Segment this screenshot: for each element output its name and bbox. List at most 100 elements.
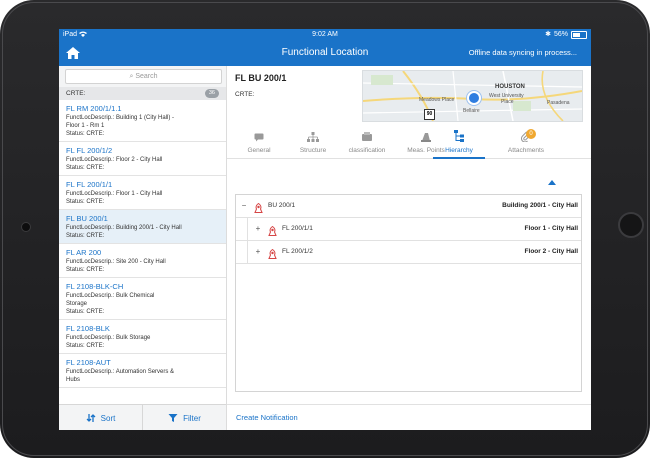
list-item[interactable]: FL FL 200/1/1 FunctLocDescrip.: Floor 1 -…	[59, 176, 226, 210]
list-toolbar: Sort Filter	[59, 404, 226, 430]
tab-label: classification	[348, 147, 386, 154]
list-item-title: FL FL 200/1/2	[66, 146, 113, 155]
battery-percent: 56%	[553, 31, 568, 38]
collapse-arrow-icon[interactable]	[548, 180, 556, 185]
camera-icon	[21, 222, 31, 232]
list-item[interactable]: FL 2108-AUT FunctLocDescrip.: Automation …	[59, 354, 226, 388]
filter-button[interactable]: Filter	[142, 405, 226, 430]
sort-label: Sort	[100, 413, 116, 423]
list-item-detail: Status: CRTE:	[66, 267, 105, 273]
filter-icon	[168, 414, 178, 422]
tab-hierarchy[interactable]: Hierarchy	[433, 128, 485, 159]
tab-attachments[interactable]: 0 Attachments	[497, 128, 555, 158]
hierarchy-tree: − BU 200/1 Building 200/1 - City Hall + FL 2…	[235, 194, 582, 392]
map-label-place: Place	[501, 99, 514, 105]
list-item-title: FL FL 200/1/1	[66, 180, 113, 189]
detail-footer: Create Notification	[227, 404, 591, 430]
list-item[interactable]: FL RM 200/1/1.1 FunctLocDescrip.: Buildin…	[59, 100, 226, 142]
tab-label: Structure	[299, 147, 327, 154]
list-item-detail: Hubs	[66, 377, 81, 383]
object-status: CRTE:	[235, 91, 255, 98]
app-screen: iPad 9:02 AM ✱ 56% Functional Location O…	[59, 29, 591, 430]
list-item[interactable]: FL AR 200 FunctLocDescrip.: Site 200 - Ci…	[59, 244, 226, 278]
tab-general[interactable]: General	[231, 128, 287, 158]
tab-label: Hierarchy	[445, 147, 473, 154]
list-item-detail: Status: CRTE:	[66, 131, 105, 137]
hierarchy-icon	[454, 130, 464, 144]
tab-classification[interactable]: classification	[339, 128, 395, 158]
meas-points-icon	[421, 132, 431, 144]
bluetooth-icon: ✱	[545, 31, 551, 38]
status-bar: iPad 9:02 AM ✱ 56%	[59, 29, 591, 40]
list-item-detail: Storage	[66, 301, 88, 307]
tree-row[interactable]: − BU 200/1 Building 200/1 - City Hall	[236, 195, 581, 218]
group-header: CRTE: 36	[59, 87, 226, 100]
list-item-title: FL BU 200/1	[66, 214, 108, 223]
location-node-icon	[268, 224, 277, 236]
search-placeholder: Search	[135, 73, 158, 80]
list-item-detail: FunctLocDescrip.: Building 1 (City Hall)…	[66, 115, 175, 121]
list-item[interactable]: FL 2108-BLK-CH FunctLocDescrip.: Bulk Che…	[59, 278, 226, 320]
tree-node-description: Building 200/1 - City Hall	[502, 202, 578, 209]
search-input[interactable]: ⌕ Search	[65, 69, 222, 84]
list-item-detail: FunctLocDescrip.: Floor 2 - City Hall	[66, 157, 163, 163]
create-notification-button[interactable]: Create Notification	[236, 405, 298, 430]
status-right: ✱ 56%	[545, 29, 587, 40]
clock: 9:02 AM	[312, 31, 338, 38]
list-item-detail: FunctLocDescrip.: Building 200/1 - City …	[66, 225, 182, 231]
location-map[interactable]: HOUSTON West University Place Meadows Pl…	[362, 70, 583, 122]
map-label-pasadena: Pasadena	[547, 100, 570, 106]
tree-indent-line	[247, 218, 248, 240]
list-item-title: FL AR 200	[66, 248, 102, 257]
list-item-detail: FunctLocDescrip.: Bulk Storage	[66, 335, 151, 341]
functional-location-list: FL RM 200/1/1.1 FunctLocDescrip.: Buildin…	[59, 100, 226, 404]
tree-node-description: Floor 2 - City Hall	[524, 248, 578, 255]
ipad-frame: iPad 9:02 AM ✱ 56% Functional Location O…	[0, 0, 650, 458]
tree-node-name: FL 200/1/1	[282, 225, 313, 232]
list-item-detail: Status: CRTE:	[66, 199, 105, 205]
list-item[interactable]: FL BU 200/1 FunctLocDescrip.: Building 20…	[59, 210, 226, 244]
list-item-detail: Status: CRTE:	[66, 233, 105, 239]
expand-icon[interactable]: +	[254, 241, 262, 263]
detail-pane: FL BU 200/1 CRTE: HOUSTON West Universit…	[227, 66, 591, 430]
list-item-detail: Status: CRTE:	[66, 309, 105, 315]
tab-bar: General Structure classification Meas. Poin…	[227, 128, 591, 159]
collapse-icon[interactable]: −	[240, 195, 248, 217]
list-item-detail: Status: CRTE:	[66, 343, 105, 349]
location-pin-icon	[467, 91, 481, 105]
tree-row[interactable]: + FL 200/1/2 Floor 2 - City Hall	[236, 241, 581, 264]
list-item-title: FL RM 200/1/1.1	[66, 104, 122, 113]
nav-bar: Functional Location Offline data syncing…	[59, 40, 591, 66]
expand-icon[interactable]: +	[254, 218, 262, 240]
list-item-title: FL 2108-BLK-CH	[66, 282, 124, 291]
list-item-detail: FunctLocDescrip.: Automation Servers &	[66, 369, 175, 375]
home-icon[interactable]	[65, 45, 81, 61]
map-label-meadows-place: Meadows Place	[419, 97, 455, 103]
tree-indent-line	[247, 241, 248, 263]
list-item[interactable]: FL FL 200/1/2 FunctLocDescrip.: Floor 2 -…	[59, 142, 226, 176]
list-item-title: FL 2108-AUT	[66, 358, 111, 367]
list-item-detail: Floor 1 - Rm 1	[66, 123, 105, 129]
structure-icon	[307, 132, 319, 144]
list-item-detail: FunctLocDescrip.: Floor 1 - City Hall	[66, 191, 163, 197]
tree-node-description: Floor 1 - City Hall	[524, 225, 578, 232]
object-title: FL BU 200/1	[235, 73, 287, 83]
tree-row[interactable]: + FL 200/1/1 Floor 1 - City Hall	[236, 218, 581, 241]
tree-node-name: BU 200/1	[268, 202, 296, 209]
sort-icon	[86, 414, 96, 422]
group-label: CRTE:	[66, 90, 86, 97]
classification-icon	[362, 132, 372, 144]
tab-structure[interactable]: Structure	[291, 128, 335, 158]
location-node-icon	[268, 247, 277, 259]
list-item[interactable]: FL 2108-BLK FunctLocDescrip.: Bulk Storag…	[59, 320, 226, 354]
page-title: Functional Location	[281, 47, 369, 58]
list-item-detail: FunctLocDescrip.: Site 200 - City Hall	[66, 259, 166, 265]
map-label-bellaire: Bellaire	[463, 108, 480, 114]
search-icon: ⌕	[129, 73, 134, 80]
battery-icon	[571, 30, 587, 39]
sort-button[interactable]: Sort	[59, 405, 142, 430]
home-hardware-button[interactable]	[618, 212, 644, 238]
tab-label: General	[247, 147, 271, 154]
group-count-badge: 36	[204, 89, 219, 98]
chat-icon	[254, 133, 264, 144]
